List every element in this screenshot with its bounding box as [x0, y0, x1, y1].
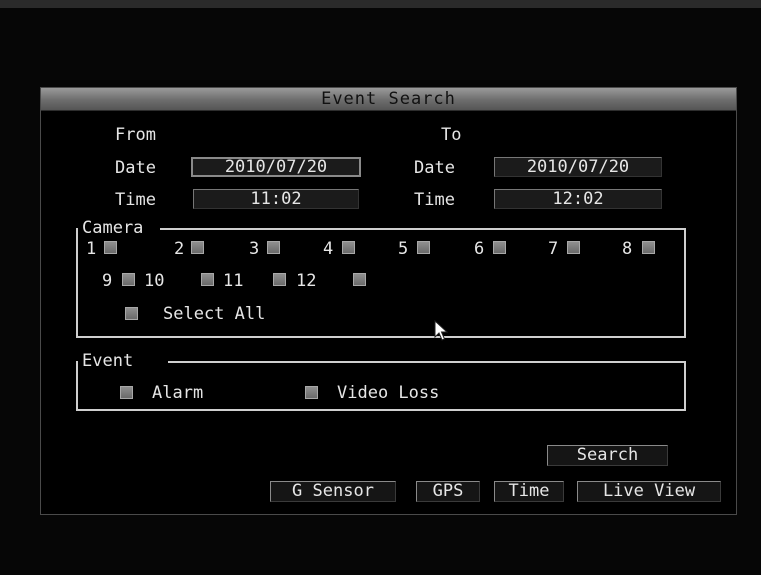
from-label: From [115, 125, 156, 145]
camera-9-checkbox[interactable] [122, 273, 135, 286]
to-label: To [441, 125, 462, 145]
search-button[interactable]: Search [547, 445, 668, 466]
live-view-button[interactable]: Live View [577, 481, 721, 502]
camera-6-label: 6 [474, 239, 485, 259]
camera-legend: Camera [82, 218, 144, 238]
camera-group-border [160, 228, 686, 230]
camera-12-checkbox[interactable] [353, 273, 366, 286]
camera-3-checkbox[interactable] [267, 241, 280, 254]
video-loss-checkbox[interactable] [305, 386, 318, 399]
camera-group-corner [76, 228, 78, 236]
video-loss-label: Video Loss [337, 383, 440, 403]
time-button[interactable]: Time [494, 481, 564, 502]
camera-10-checkbox[interactable] [201, 273, 214, 286]
camera-10-label: 10 [144, 271, 165, 291]
to-date-field[interactable]: 2010/07/20 [494, 157, 662, 177]
gps-button[interactable]: GPS [416, 481, 480, 502]
select-all-checkbox[interactable] [125, 307, 138, 320]
camera-8-checkbox[interactable] [642, 241, 655, 254]
from-time-label: Time [115, 190, 156, 210]
camera-8-label: 8 [622, 239, 633, 259]
screen-top-edge [0, 0, 761, 8]
event-group-corner [76, 361, 78, 369]
from-date-label: Date [115, 158, 156, 178]
event-group-border [168, 361, 686, 363]
to-date-label: Date [414, 158, 455, 178]
camera-6-checkbox[interactable] [493, 241, 506, 254]
camera-5-checkbox[interactable] [417, 241, 430, 254]
to-time-label: Time [414, 190, 455, 210]
camera-9-label: 9 [102, 271, 113, 291]
camera-1-label: 1 [86, 239, 97, 259]
from-date-field[interactable]: 2010/07/20 [191, 157, 361, 177]
camera-2-label: 2 [174, 239, 185, 259]
g-sensor-button[interactable]: G Sensor [270, 481, 396, 502]
camera-2-checkbox[interactable] [191, 241, 204, 254]
camera-1-checkbox[interactable] [104, 241, 117, 254]
camera-3-label: 3 [249, 239, 260, 259]
camera-4-label: 4 [323, 239, 334, 259]
mouse-pointer-icon [434, 320, 448, 341]
camera-11-checkbox[interactable] [273, 273, 286, 286]
dialog-title: Event Search [41, 88, 736, 111]
from-time-field[interactable]: 11:02 [193, 189, 359, 209]
camera-5-label: 5 [398, 239, 409, 259]
camera-7-checkbox[interactable] [567, 241, 580, 254]
event-legend: Event [82, 351, 134, 371]
alarm-checkbox[interactable] [120, 386, 133, 399]
to-time-field[interactable]: 12:02 [494, 189, 662, 209]
camera-11-label: 11 [223, 271, 244, 291]
camera-7-label: 7 [548, 239, 559, 259]
alarm-label: Alarm [152, 383, 204, 403]
camera-4-checkbox[interactable] [342, 241, 355, 254]
camera-12-label: 12 [296, 271, 317, 291]
select-all-label: Select All [163, 304, 266, 324]
